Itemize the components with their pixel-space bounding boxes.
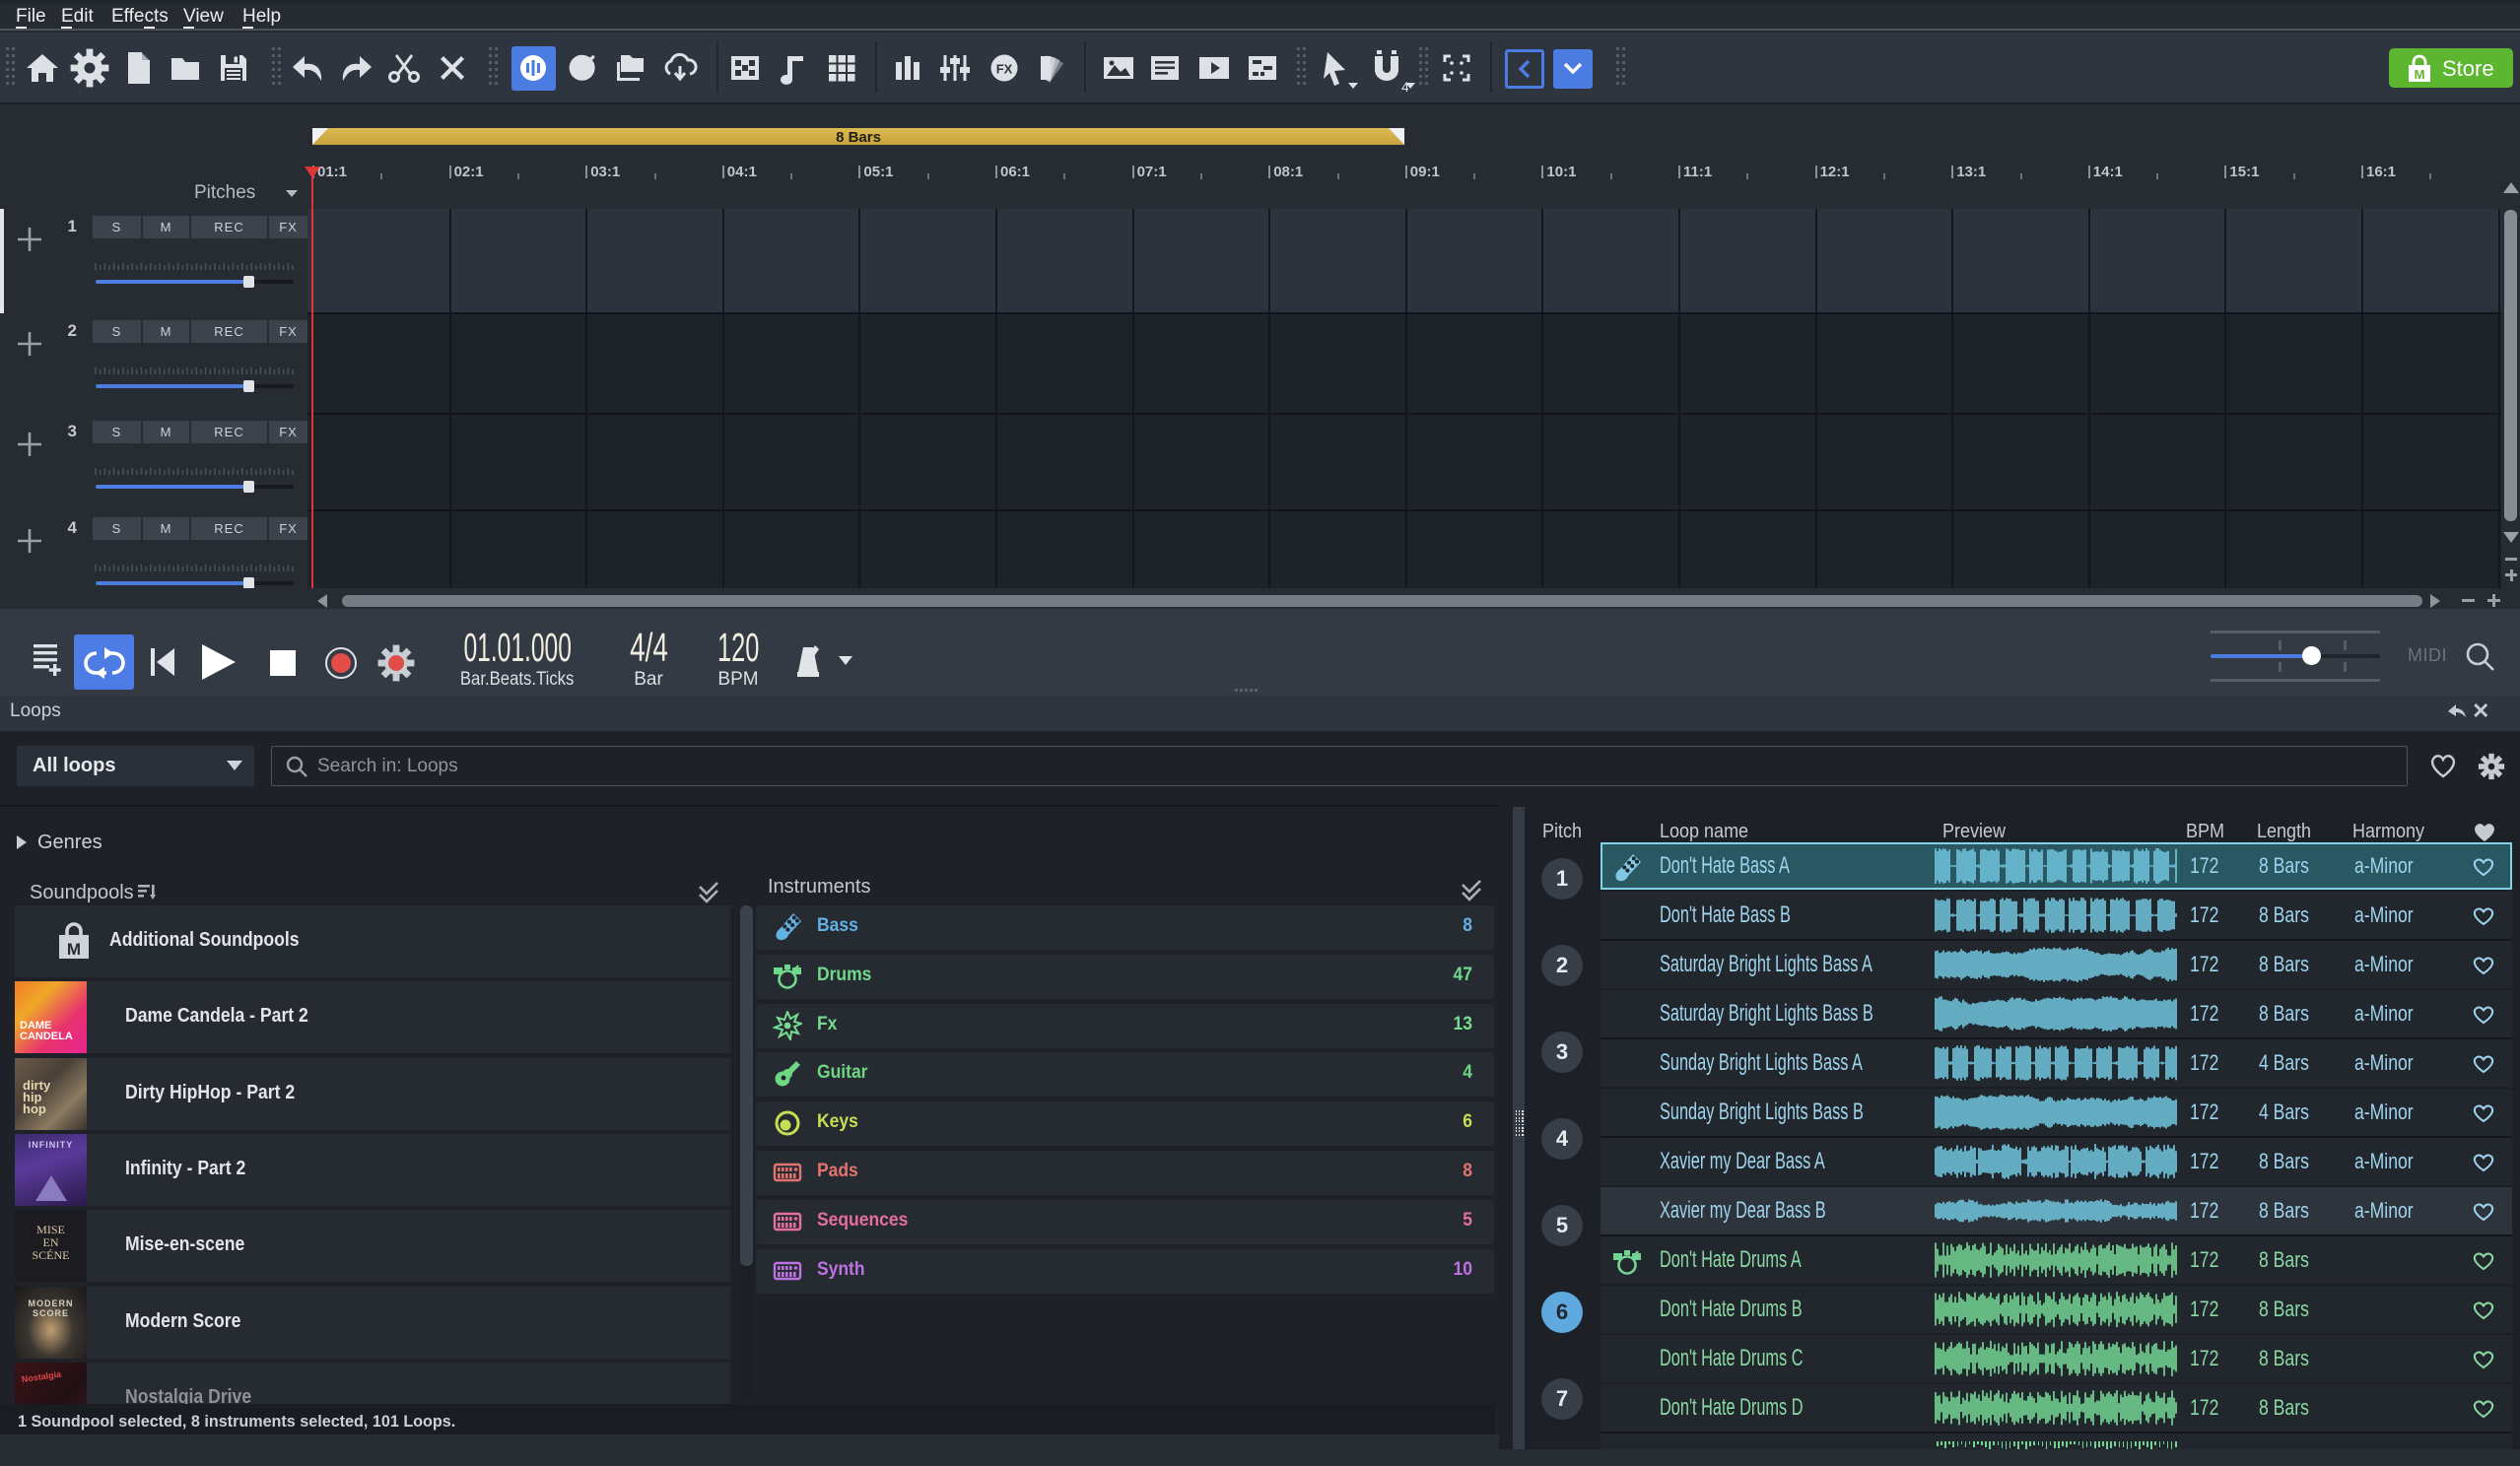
svg-text:M: M (2415, 67, 2425, 82)
svg-text:M: M (67, 940, 81, 959)
svg-text:FX: FX (996, 62, 1013, 77)
